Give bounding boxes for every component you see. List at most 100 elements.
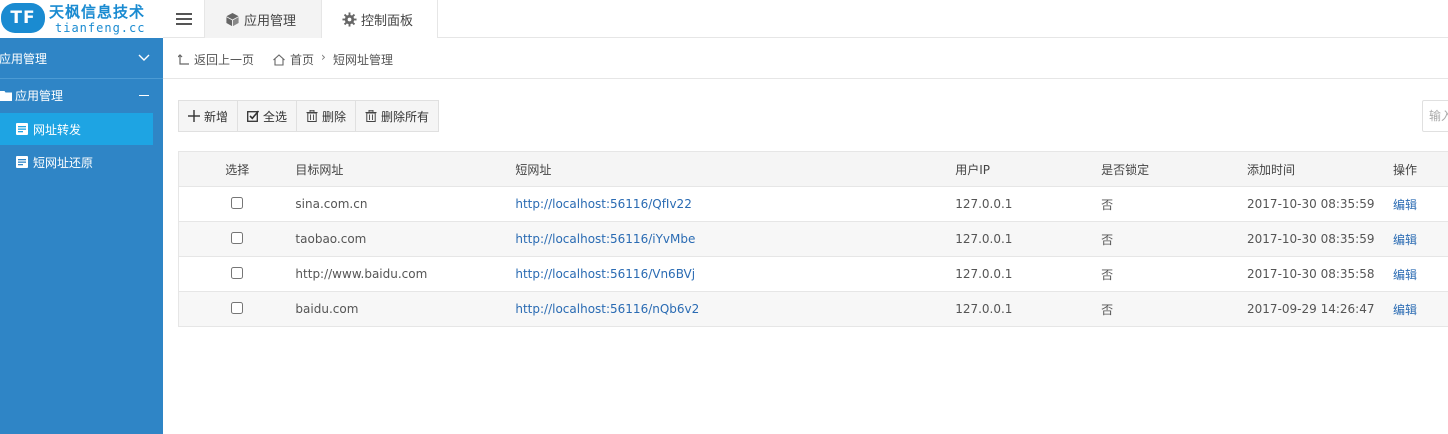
select-all-button[interactable]: 全选 — [238, 101, 298, 131]
row-checkbox[interactable] — [231, 267, 244, 279]
table-row: taobao.com http://localhost:56116/iYvMbe… — [178, 221, 1448, 257]
sidebar-item-label: 短网址还原 — [33, 155, 94, 170]
header-action: 操作 — [1392, 151, 1448, 187]
table-row: baidu.com http://localhost:56116/nQb6v2 … — [178, 291, 1448, 327]
sidebar-section-label: 应用管理 — [0, 51, 48, 66]
delete-all-button-label: 删除所有 — [381, 109, 430, 124]
back-arrow-icon — [178, 53, 189, 65]
folder-icon — [0, 91, 12, 101]
user-ip-cell: 127.0.0.1 — [955, 221, 1102, 257]
short-url-cell: http://localhost:56116/QfIv22 — [515, 186, 956, 222]
document-icon — [16, 123, 28, 135]
sidebar-item-url-forward[interactable]: 网址转发 — [0, 113, 153, 145]
delete-all-button[interactable]: 删除所有 — [356, 101, 438, 131]
user-ip-cell: 127.0.0.1 — [955, 291, 1102, 327]
user-ip-cell: 127.0.0.1 — [955, 256, 1102, 292]
tab-control-panel[interactable]: 控制面板 — [322, 0, 438, 38]
row-checkbox[interactable] — [231, 197, 244, 209]
document-icon — [16, 156, 28, 168]
add-button[interactable]: 新增 — [179, 101, 239, 131]
header-locked: 是否锁定 — [1101, 151, 1248, 187]
breadcrumb-separator: › — [321, 50, 326, 64]
menu-toggle-button[interactable] — [163, 0, 205, 38]
edit-link[interactable]: 编辑 — [1393, 268, 1417, 282]
added-time-cell: 2017-10-30 08:35:58 — [1247, 256, 1393, 292]
breadcrumb-home[interactable]: 首页 — [273, 51, 314, 68]
short-url-link[interactable]: http://localhost:56116/QfIv22 — [515, 197, 691, 211]
target-url-cell: baidu.com — [295, 291, 516, 327]
gear-icon — [342, 11, 357, 27]
user-ip-cell: 127.0.0.1 — [955, 186, 1102, 222]
brand-logo[interactable]: TF 天枫信息技术 tianfeng.cc — [0, 0, 163, 38]
select-cell — [178, 291, 296, 327]
action-cell: 编辑 — [1392, 186, 1448, 222]
chevron-down-icon — [138, 54, 150, 61]
target-url-cell: taobao.com — [295, 221, 516, 257]
select-cell — [178, 256, 296, 292]
select-cell — [178, 186, 296, 222]
breadcrumb-home-label: 首页 — [290, 53, 315, 67]
target-url-cell: http://www.baidu.com — [295, 256, 516, 292]
short-url-link[interactable]: http://localhost:56116/iYvMbe — [515, 232, 695, 246]
back-link-label: 返回上一页 — [194, 53, 255, 67]
delete-button[interactable]: 删除 — [297, 101, 357, 131]
short-url-link[interactable]: http://localhost:56116/nQb6v2 — [515, 302, 699, 316]
row-checkbox[interactable] — [231, 302, 244, 314]
trash-icon — [306, 110, 318, 122]
hamburger-icon — [175, 13, 192, 25]
short-url-link[interactable]: http://localhost:56116/Vn6BVj — [515, 267, 695, 281]
table-row: sina.com.cn http://localhost:56116/QfIv2… — [178, 186, 1448, 222]
tab-app-management[interactable]: 应用管理 — [205, 0, 322, 38]
select-all-button-label: 全选 — [263, 109, 288, 124]
sidebar-item-short-url-restore[interactable]: 短网址还原 — [0, 146, 153, 178]
toolbar: 新增 全选 删除 删除所有 — [178, 100, 440, 132]
plus-icon — [188, 110, 200, 122]
sidebar-section-app-management[interactable]: 应用管理 — [0, 38, 163, 79]
sidebar-group-app-management[interactable]: 应用管理 — [0, 79, 163, 112]
locked-cell: 否 — [1101, 221, 1248, 257]
brand-title: 天枫信息技术 — [49, 3, 146, 21]
sidebar-group-label: 应用管理 — [15, 89, 64, 103]
short-url-cell: http://localhost:56116/iYvMbe — [515, 221, 956, 257]
sidebar: 应用管理 应用管理 网址转发 短网址还原 — [0, 38, 163, 434]
add-button-label: 新增 — [204, 109, 229, 124]
short-url-cell: http://localhost:56116/nQb6v2 — [515, 291, 956, 327]
added-time-cell: 2017-10-30 08:35:59 — [1247, 186, 1393, 222]
brand-subtitle: tianfeng.cc — [55, 21, 146, 35]
row-checkbox[interactable] — [231, 232, 244, 244]
added-time-cell: 2017-10-30 08:35:59 — [1247, 221, 1393, 257]
check-square-icon — [247, 110, 260, 122]
top-bar: TF 天枫信息技术 tianfeng.cc 应用管理 控制面板 — [0, 0, 1448, 38]
collapse-icon — [139, 95, 149, 96]
breadcrumb-current: 短网址管理 — [333, 53, 394, 67]
tab-control-panel-label: 控制面板 — [361, 13, 414, 29]
locked-cell: 否 — [1101, 256, 1248, 292]
header-select: 选择 — [178, 151, 296, 187]
short-url-table: 选择 目标网址 短网址 用户IP 是否锁定 添加时间 操作 sina.com.c… — [178, 151, 1448, 327]
header-user-ip: 用户IP — [955, 151, 1102, 187]
edit-link[interactable]: 编辑 — [1393, 198, 1417, 212]
tab-app-management-label: 应用管理 — [244, 13, 297, 29]
header-added-time: 添加时间 — [1247, 151, 1393, 187]
edit-link[interactable]: 编辑 — [1393, 233, 1417, 247]
trash-icon — [365, 110, 377, 122]
locked-cell: 否 — [1101, 186, 1248, 222]
search-input[interactable] — [1422, 100, 1448, 132]
home-icon — [273, 53, 285, 66]
added-time-cell: 2017-09-29 14:26:47 — [1247, 291, 1393, 327]
header-short-url: 短网址 — [515, 151, 956, 187]
header-target-url: 目标网址 — [295, 151, 516, 187]
action-cell: 编辑 — [1392, 221, 1448, 257]
delete-button-label: 删除 — [322, 109, 347, 124]
select-cell — [178, 221, 296, 257]
action-cell: 编辑 — [1392, 291, 1448, 327]
back-link[interactable]: 返回上一页 — [178, 51, 254, 68]
cube-icon — [226, 12, 239, 26]
table-row: http://www.baidu.com http://localhost:56… — [178, 256, 1448, 292]
edit-link[interactable]: 编辑 — [1393, 303, 1417, 317]
sidebar-item-label: 网址转发 — [33, 122, 82, 137]
breadcrumb: 返回上一页 首页 › 短网址管理 — [163, 38, 1448, 79]
table-header-row: 选择 目标网址 短网址 用户IP 是否锁定 添加时间 操作 — [178, 151, 1448, 187]
brand-badge: TF — [1, 3, 45, 33]
locked-cell: 否 — [1101, 291, 1248, 327]
